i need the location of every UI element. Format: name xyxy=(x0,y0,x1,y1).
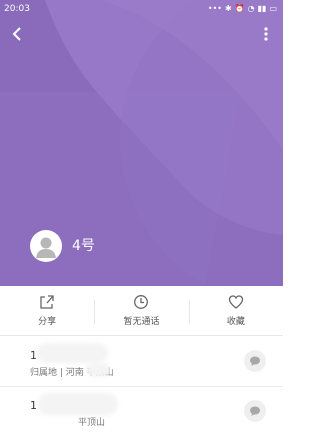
redaction-blur xyxy=(36,343,108,363)
message-button[interactable] xyxy=(244,400,266,422)
share-label: 分享 xyxy=(38,317,57,327)
number-location: 平顶山 xyxy=(78,418,106,428)
message-button[interactable] xyxy=(244,350,266,372)
contact-header: 20:03 ••• ✱ ⏰ ◔ ▮▮ ▭ 4号 xyxy=(0,0,283,286)
action-bar: 分享 暂无通话 收藏 xyxy=(0,286,283,336)
clock-icon xyxy=(134,295,149,309)
phone-number: 1 xyxy=(30,399,37,412)
status-bar: 20:03 ••• ✱ ⏰ ◔ ▮▮ ▭ xyxy=(0,0,283,18)
status-time: 20:03 xyxy=(4,4,30,14)
more-vertical-icon xyxy=(264,27,268,41)
redaction-blur xyxy=(86,363,110,377)
more-dots-icon: ••• xyxy=(207,4,222,13)
person-icon xyxy=(36,237,56,258)
bluetooth-icon: ✱ xyxy=(224,4,232,13)
heart-icon xyxy=(228,295,243,309)
more-button[interactable] xyxy=(259,26,273,42)
call-history-button[interactable]: 暂无通话 xyxy=(94,286,188,335)
list-item[interactable]: 1 归属地 | 河南 平顶山 xyxy=(0,337,283,387)
list-item[interactable]: 1 平顶山 xyxy=(0,387,283,437)
number-list: 1 归属地 | 河南 平顶山 1 平顶山 xyxy=(0,337,283,437)
status-icons: ••• ✱ ⏰ ◔ ▮▮ ▭ xyxy=(208,5,277,13)
share-button[interactable]: 分享 xyxy=(0,286,94,335)
back-button[interactable] xyxy=(9,26,25,42)
call-history-label: 暂无通话 xyxy=(123,317,160,327)
battery-icon: ▭ xyxy=(269,4,277,13)
back-arrow-icon xyxy=(12,27,21,41)
redaction-blur xyxy=(38,393,118,415)
alarm-icon: ⏰ xyxy=(234,4,245,13)
message-icon xyxy=(250,406,260,416)
signal-icon: ▮▮ xyxy=(257,4,267,13)
favorite-label: 收藏 xyxy=(226,317,245,327)
share-icon xyxy=(40,295,54,309)
avatar[interactable] xyxy=(30,230,62,262)
contact-name: 4号 xyxy=(72,238,95,254)
wifi-icon: ◔ xyxy=(247,4,255,13)
message-icon xyxy=(250,356,260,366)
favorite-button[interactable]: 收藏 xyxy=(188,286,283,335)
